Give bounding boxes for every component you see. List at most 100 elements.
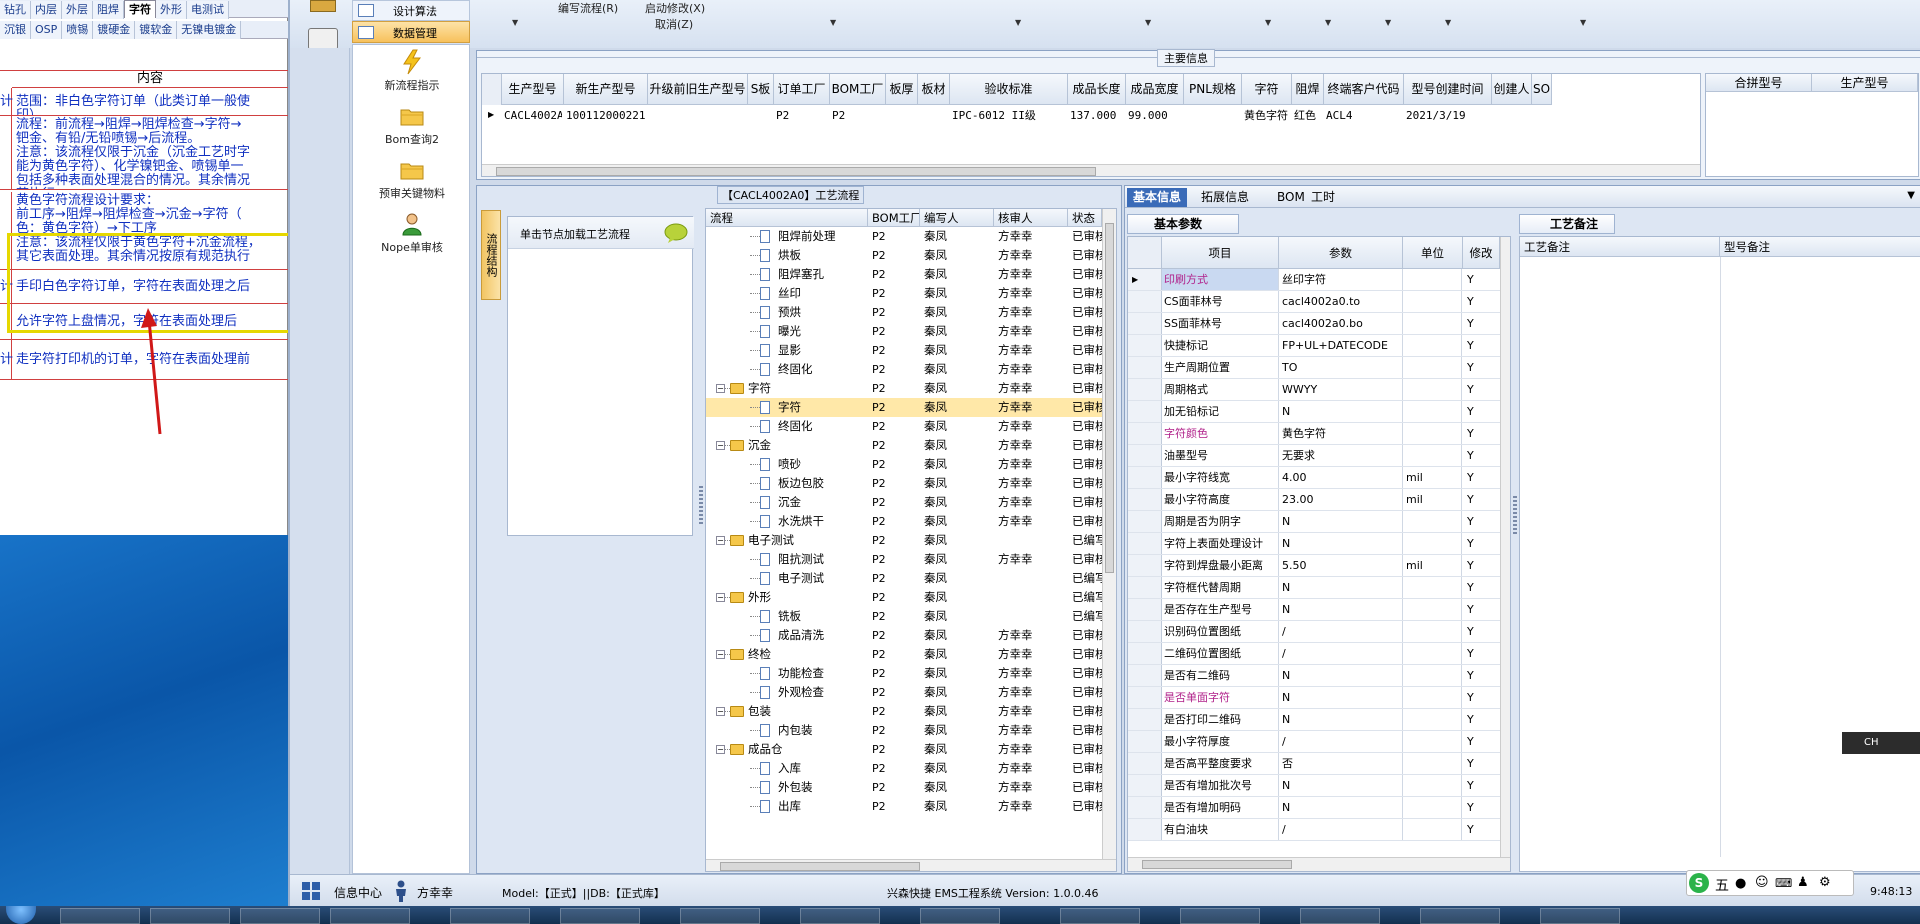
flow-tree-node[interactable]: 外观检查 P2 秦凤 方幸幸 已审核 xyxy=(706,683,1102,702)
doc-tab[interactable]: 钻孔 xyxy=(0,1,31,19)
param-row[interactable]: 字符框代替周期 N Y xyxy=(1128,577,1500,599)
flow-tree-node[interactable]: − 沉金 P2 秦凤 方幸幸 已审核 xyxy=(706,436,1102,455)
param-value[interactable]: N xyxy=(1280,797,1403,818)
row-selector[interactable] xyxy=(1128,445,1162,466)
chevron-down-icon[interactable]: ▼ xyxy=(1265,18,1271,27)
param-col-header[interactable]: 参数 xyxy=(1279,237,1403,269)
row-selector[interactable] xyxy=(1128,599,1162,620)
flow-tree-node[interactable]: 终固化 P2 秦凤 方幸幸 已审核 xyxy=(706,360,1102,379)
taskbar-app[interactable] xyxy=(800,908,880,924)
param-value[interactable]: N xyxy=(1280,577,1403,598)
row-selector[interactable]: ▶ xyxy=(1128,269,1162,290)
param-row[interactable]: CS面菲林号 cacl4002a0.to Y xyxy=(1128,291,1500,313)
row-selector[interactable] xyxy=(1128,379,1162,400)
row-selector[interactable] xyxy=(1128,467,1162,488)
main-cell[interactable]: 137.000 xyxy=(1070,106,1124,125)
param-value[interactable]: WWYY xyxy=(1280,379,1403,400)
main-cell[interactable] xyxy=(1494,106,1530,125)
param-value[interactable]: 4.00 xyxy=(1280,467,1403,488)
main-cell[interactable] xyxy=(920,106,948,125)
splitter-handle[interactable] xyxy=(1513,496,1517,536)
punctuation-icon[interactable]: ● xyxy=(1735,876,1746,891)
flow-tree-node[interactable]: 水洗烘干 P2 秦凤 方幸幸 已审核 xyxy=(706,512,1102,531)
row-selector[interactable] xyxy=(1128,335,1162,356)
doc-tab[interactable]: 无镍电镀金 xyxy=(177,21,242,39)
param-row[interactable]: 二维码位置图纸 / Y xyxy=(1128,643,1500,665)
row-selector[interactable] xyxy=(1128,753,1162,774)
param-value[interactable]: N xyxy=(1280,665,1403,686)
menu-design-algorithm[interactable]: 设计算法 xyxy=(352,0,470,21)
main-cell[interactable]: IPC-6012 II级 xyxy=(952,106,1066,125)
flow-load-box[interactable]: 单击节点加载工艺流程 xyxy=(507,216,694,536)
param-value[interactable]: 5.50 xyxy=(1280,555,1403,576)
param-row[interactable]: 是否单面字符 N Y xyxy=(1128,687,1500,709)
horizontal-scrollbar[interactable] xyxy=(482,164,1700,176)
param-row[interactable]: 是否有增加批次号 N Y xyxy=(1128,775,1500,797)
main-col-header[interactable]: 创建人 xyxy=(1492,74,1532,105)
collapse-toggle-icon[interactable]: − xyxy=(716,650,725,659)
taskbar-app[interactable] xyxy=(560,908,640,924)
param-row[interactable]: 有白油块 / Y xyxy=(1128,819,1500,841)
main-cell[interactable]: 红色 xyxy=(1294,106,1322,125)
row-selector[interactable] xyxy=(1128,533,1162,554)
main-col-header[interactable]: 成品宽度 xyxy=(1126,74,1184,105)
flow-tree-node[interactable]: 电子测试 P2 秦凤 已编写 xyxy=(706,569,1102,588)
nope-review-item[interactable]: Nope单审核 xyxy=(353,211,471,255)
param-row[interactable]: 是否高平整度要求否 Y xyxy=(1128,753,1500,775)
taskbar-app[interactable] xyxy=(1060,908,1140,924)
doc-tab[interactable]: 外层 xyxy=(62,1,93,19)
main-col-header[interactable]: 字符 xyxy=(1242,74,1292,105)
main-cell[interactable] xyxy=(650,106,746,125)
flow-tree-node[interactable]: − 成品仓 P2 秦凤 方幸幸 已审核 xyxy=(706,740,1102,759)
param-row[interactable]: 最小字符线宽 4.00 mil Y xyxy=(1128,467,1500,489)
doc-tab[interactable]: 阻焊 xyxy=(93,1,124,19)
row-selector[interactable] xyxy=(1128,555,1162,576)
param-row[interactable]: 是否打印二维码 N Y xyxy=(1128,709,1500,731)
chevron-down-icon[interactable]: ▼ xyxy=(1907,190,1915,201)
taskbar-app[interactable] xyxy=(680,908,760,924)
cancel-button[interactable]: 取消(Z) xyxy=(655,16,693,32)
chevron-down-icon[interactable]: ▼ xyxy=(1145,18,1151,27)
row-selector[interactable] xyxy=(1128,797,1162,818)
doc-tab[interactable]: 外形 xyxy=(156,1,187,19)
flow-tree-node[interactable]: 内包装 P2 秦凤 方幸幸 已审核 xyxy=(706,721,1102,740)
main-col-header[interactable]: 板材 xyxy=(918,74,950,105)
remarks-tab[interactable]: 工艺备注 xyxy=(1519,214,1615,234)
row-selector[interactable] xyxy=(1128,511,1162,532)
main-cell[interactable]: 黄色字符 xyxy=(1244,106,1290,125)
row-selector[interactable] xyxy=(1128,291,1162,312)
main-cell[interactable]: P2 xyxy=(776,106,828,125)
select-all-corner[interactable] xyxy=(1128,237,1162,269)
start-button[interactable] xyxy=(6,906,36,924)
param-col-header[interactable]: 项目 xyxy=(1162,237,1279,269)
ribbon-icon-1[interactable] xyxy=(310,0,336,12)
param-row[interactable]: 周期格式 WWYY Y xyxy=(1128,379,1500,401)
flow-col-header[interactable]: BOM工厂 xyxy=(868,209,920,227)
taskbar-app[interactable] xyxy=(450,908,530,924)
flow-tree-node[interactable]: 丝印 P2 秦凤 方幸幸 已审核 xyxy=(706,284,1102,303)
taskbar-app[interactable] xyxy=(920,908,1000,924)
doc-tab[interactable]: 电测试 xyxy=(187,1,229,19)
collapse-toggle-icon[interactable]: − xyxy=(716,384,725,393)
ime-mode-label[interactable]: 五 xyxy=(1715,875,1729,895)
flow-tree-node[interactable]: 外包装 P2 秦凤 方幸幸 已审核 xyxy=(706,778,1102,797)
flow-tree-node[interactable]: 功能检查 P2 秦凤 方幸幸 已审核 xyxy=(706,664,1102,683)
main-cell[interactable]: P2 xyxy=(832,106,884,125)
flow-tree-node[interactable]: 阻焊前处理 P2 秦凤 方幸幸 已审核 xyxy=(706,227,1102,246)
main-cell[interactable] xyxy=(1186,106,1240,125)
row-selector[interactable] xyxy=(1128,819,1162,840)
emoji-icon[interactable]: ☺ xyxy=(1755,875,1769,890)
param-value[interactable]: N xyxy=(1280,511,1403,532)
windows-grid-icon[interactable] xyxy=(302,882,320,900)
flow-col-header[interactable]: 编写人 xyxy=(920,209,994,227)
horizontal-scrollbar[interactable] xyxy=(1128,857,1510,871)
edit-flow-button[interactable]: 编写流程(R) xyxy=(558,0,618,16)
param-value[interactable]: / xyxy=(1280,643,1403,664)
chevron-down-icon[interactable]: ▼ xyxy=(1580,18,1586,27)
main-col-header[interactable]: 阻焊 xyxy=(1292,74,1324,105)
doc-tab[interactable]: 镀软金 xyxy=(135,21,178,39)
flow-tree-node[interactable]: 显影 P2 秦凤 方幸幸 已审核 xyxy=(706,341,1102,360)
param-value[interactable]: 23.00 xyxy=(1280,489,1403,510)
param-value[interactable]: N xyxy=(1280,401,1403,422)
flow-tree-node[interactable]: 成品清洗 P2 秦凤 方幸幸 已审核 xyxy=(706,626,1102,645)
